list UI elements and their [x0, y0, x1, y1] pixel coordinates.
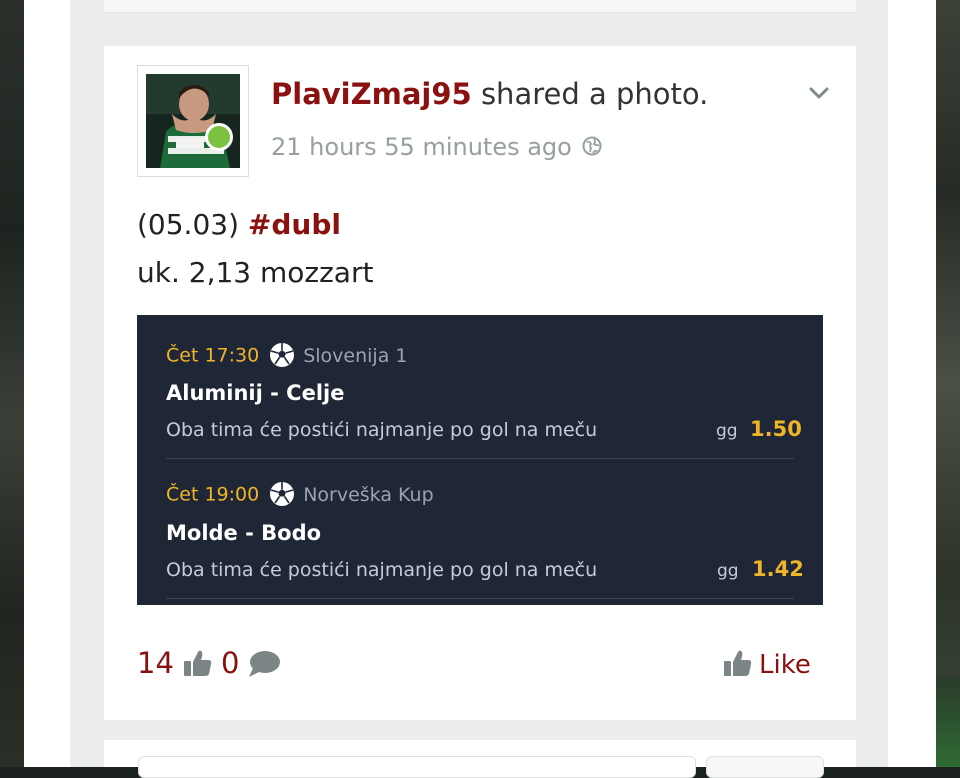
- online-status-dot: [205, 123, 233, 151]
- username-link[interactable]: PlaviZmaj95: [271, 77, 472, 111]
- likes-count[interactable]: 14: [137, 646, 174, 680]
- soccer-ball-icon: [269, 342, 295, 372]
- match-time: Čet 19:00: [166, 483, 260, 506]
- post-timestamp: 21 hours 55 minutes ago: [271, 133, 602, 162]
- post-text: (05.03) #dubl uk. 2,13 mozzart: [137, 201, 373, 297]
- chevron-down-icon[interactable]: [806, 80, 832, 106]
- avatar-image: [146, 74, 240, 168]
- ticket-divider: [166, 598, 794, 599]
- comment-form: [104, 740, 856, 778]
- league-name: Slovenija 1: [303, 344, 408, 367]
- like-button[interactable]: Like: [723, 648, 811, 682]
- post-text-line-2: uk. 2,13 mozzart: [137, 256, 374, 289]
- odd-type: gg: [716, 421, 738, 441]
- league-name: Norveška Kup: [303, 483, 434, 506]
- match-1-meta: Čet 17:30 Slovenija 1: [166, 342, 407, 372]
- odd-type: gg: [717, 561, 739, 581]
- action-text: shared a photo.: [480, 77, 709, 111]
- soccer-ball-icon: [269, 481, 295, 511]
- feed-item-footer: 14 0 Like: [137, 646, 827, 686]
- odd-value: 1.50: [750, 417, 802, 441]
- post-date: (05.03): [137, 208, 240, 241]
- background-photo-right: [934, 0, 960, 767]
- match-2-meta: Čet 19:00 Norveška Kup: [166, 481, 434, 511]
- match-teams: Aluminij - Celje: [166, 381, 345, 405]
- match-time: Čet 17:30: [166, 344, 260, 367]
- globe-icon: [582, 134, 602, 162]
- post-header: PlaviZmaj95 shared a photo.: [271, 77, 708, 111]
- comment-submit-button[interactable]: [706, 756, 824, 778]
- like-label: Like: [759, 650, 811, 680]
- comments-count[interactable]: 0: [221, 646, 239, 680]
- odd-value: 1.42: [752, 557, 804, 581]
- avatar[interactable]: [137, 65, 249, 177]
- previous-feed-item: [104, 0, 856, 13]
- match-teams: Molde - Bodo: [166, 521, 322, 545]
- bet-market: Oba tima će postići najmanje po gol na m…: [166, 559, 598, 581]
- post-text-line-1: (05.03) #dubl: [137, 201, 373, 249]
- thumbs-up-icon[interactable]: [183, 648, 213, 682]
- timestamp-text[interactable]: 21 hours 55 minutes ago: [271, 133, 572, 161]
- comment-bubble-icon[interactable]: [247, 650, 281, 682]
- ticket-divider: [166, 458, 794, 459]
- hashtag-link[interactable]: #dubl: [248, 208, 341, 241]
- comment-input[interactable]: [138, 756, 696, 778]
- feed-item: PlaviZmaj95 shared a photo. 21 hours 55 …: [104, 46, 856, 720]
- thumbs-up-icon: [723, 648, 753, 682]
- bet-market: Oba tima će postići najmanje po gol na m…: [166, 419, 598, 441]
- bet-ticket-photo[interactable]: Čet 17:30 Slovenija 1 Aluminij - Celje Ob…: [137, 315, 823, 605]
